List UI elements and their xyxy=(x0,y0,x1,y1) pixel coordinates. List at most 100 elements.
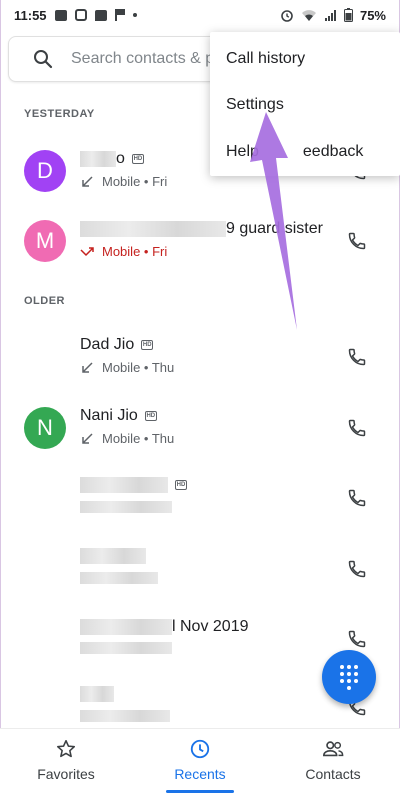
avatar xyxy=(24,548,66,590)
section-header-yesterday: YESTERDAY xyxy=(24,108,95,120)
call-details xyxy=(80,572,158,584)
avatar: D xyxy=(24,150,66,192)
phone-icon xyxy=(348,489,366,507)
missed-call-icon xyxy=(80,246,94,256)
search-icon[interactable] xyxy=(23,49,63,69)
tab-recents[interactable]: Recents xyxy=(140,737,260,782)
instagram-icon xyxy=(74,9,87,21)
section-header-older: OLDER xyxy=(24,295,65,307)
call-row[interactable]: Dad Jio HD Mobile • Thu xyxy=(0,322,400,392)
phone-icon xyxy=(348,232,366,250)
menu-item-call-history[interactable]: Call history xyxy=(226,50,305,68)
phone-icon xyxy=(348,630,366,648)
call-details: Mobile • Fri xyxy=(80,244,167,259)
call-button[interactable] xyxy=(344,344,370,370)
redacted-details xyxy=(80,501,172,513)
avatar xyxy=(24,336,66,378)
contact-name-text: Dad Jio xyxy=(80,336,135,353)
hd-call-icon: HD xyxy=(141,340,154,350)
tab-contacts[interactable]: Contacts xyxy=(273,737,393,782)
dialpad-button[interactable] xyxy=(322,650,376,704)
hd-call-icon: HD xyxy=(131,154,144,164)
dialpad-icon xyxy=(340,664,358,690)
contact-name: o HD xyxy=(80,150,144,168)
redacted-details xyxy=(80,572,158,584)
wifi-icon xyxy=(301,9,316,21)
status-time: 11:55 xyxy=(14,7,47,23)
contact-name: l Nov 2019 xyxy=(80,618,249,636)
signal-icon xyxy=(324,9,336,21)
clock-icon xyxy=(190,739,210,759)
call-row[interactable]: HD xyxy=(0,463,400,533)
avatar xyxy=(24,477,66,519)
call-button[interactable] xyxy=(344,556,370,582)
avatar xyxy=(24,618,66,660)
redacted-name xyxy=(80,477,168,493)
incoming-call-icon xyxy=(82,175,93,187)
call-row[interactable]: M 9 guard sister Mobile • Fri xyxy=(0,206,400,276)
call-details-text: Mobile • Fri xyxy=(102,174,168,189)
call-details xyxy=(80,642,172,654)
call-details-text: Mobile • Thu xyxy=(102,431,175,446)
contact-name-text: o xyxy=(116,150,125,167)
redacted-name xyxy=(80,548,146,564)
call-button[interactable] xyxy=(344,228,370,254)
redacted-name xyxy=(80,619,172,635)
menu-item-help-feedback[interactable]: Help eedback xyxy=(226,143,363,161)
redacted-details xyxy=(80,710,170,722)
contact-name xyxy=(80,548,146,564)
tab-contacts-label: Contacts xyxy=(305,766,361,782)
call-button[interactable] xyxy=(344,485,370,511)
avatar xyxy=(24,686,66,728)
call-row[interactable]: N Nani Jio HD Mobile • Thu xyxy=(0,393,400,463)
contact-name: Dad Jio HD xyxy=(80,336,154,354)
call-details xyxy=(80,501,172,513)
phone-icon xyxy=(348,560,366,578)
status-right: 75% xyxy=(280,8,386,23)
active-tab-indicator xyxy=(166,790,234,793)
more-notifications-icon xyxy=(132,13,137,17)
avatar: N xyxy=(24,407,66,449)
incoming-call-icon xyxy=(82,432,93,444)
contact-name-text: Nani Jio xyxy=(80,407,138,424)
call-details: Mobile • Thu xyxy=(80,360,174,375)
redacted-name xyxy=(80,151,116,167)
overflow-menu: Call history Settings Help eedback xyxy=(210,32,400,176)
redacted-name xyxy=(80,686,114,702)
battery-icon xyxy=(343,8,353,22)
message-icon xyxy=(54,9,67,21)
tab-recents-label: Recents xyxy=(174,766,226,782)
contact-name: HD xyxy=(80,477,187,493)
call-row[interactable] xyxy=(0,534,400,604)
status-bar: 11:55 75% xyxy=(0,0,400,30)
contact-name xyxy=(80,686,114,702)
call-button[interactable] xyxy=(344,626,370,652)
phone-icon xyxy=(348,348,366,366)
alarm-icon xyxy=(281,10,293,22)
contact-name: 9 guard sister xyxy=(80,220,323,238)
call-details-text: Mobile • Fri xyxy=(102,244,168,259)
flag-icon xyxy=(114,9,125,21)
menu-item-settings[interactable]: Settings xyxy=(226,96,284,114)
bottom-navigation: Favorites Recents Contacts xyxy=(0,728,400,799)
redacted-name xyxy=(80,221,226,237)
call-details: Mobile • Thu xyxy=(80,431,174,446)
avatar: M xyxy=(24,220,66,262)
search-input[interactable]: Search contacts & p xyxy=(71,50,214,68)
contacts-icon xyxy=(323,741,344,757)
call-button[interactable] xyxy=(344,415,370,441)
call-details-text: Mobile • Thu xyxy=(102,360,175,375)
tab-favorites[interactable]: Favorites xyxy=(6,737,126,782)
tab-favorites-label: Favorites xyxy=(37,766,95,782)
menu-item-help-right: eedback xyxy=(302,143,364,160)
phone-icon xyxy=(348,419,366,437)
redacted-details xyxy=(80,642,172,654)
menu-item-help-left: Help xyxy=(226,143,259,160)
chat-icon xyxy=(94,9,107,21)
battery-percent: 75% xyxy=(359,7,386,23)
call-details xyxy=(80,710,170,722)
contact-name-text: 9 guard sister xyxy=(226,220,323,237)
call-details: Mobile • Fri xyxy=(80,174,167,189)
incoming-call-icon xyxy=(82,361,93,373)
hd-call-icon: HD xyxy=(144,411,157,421)
